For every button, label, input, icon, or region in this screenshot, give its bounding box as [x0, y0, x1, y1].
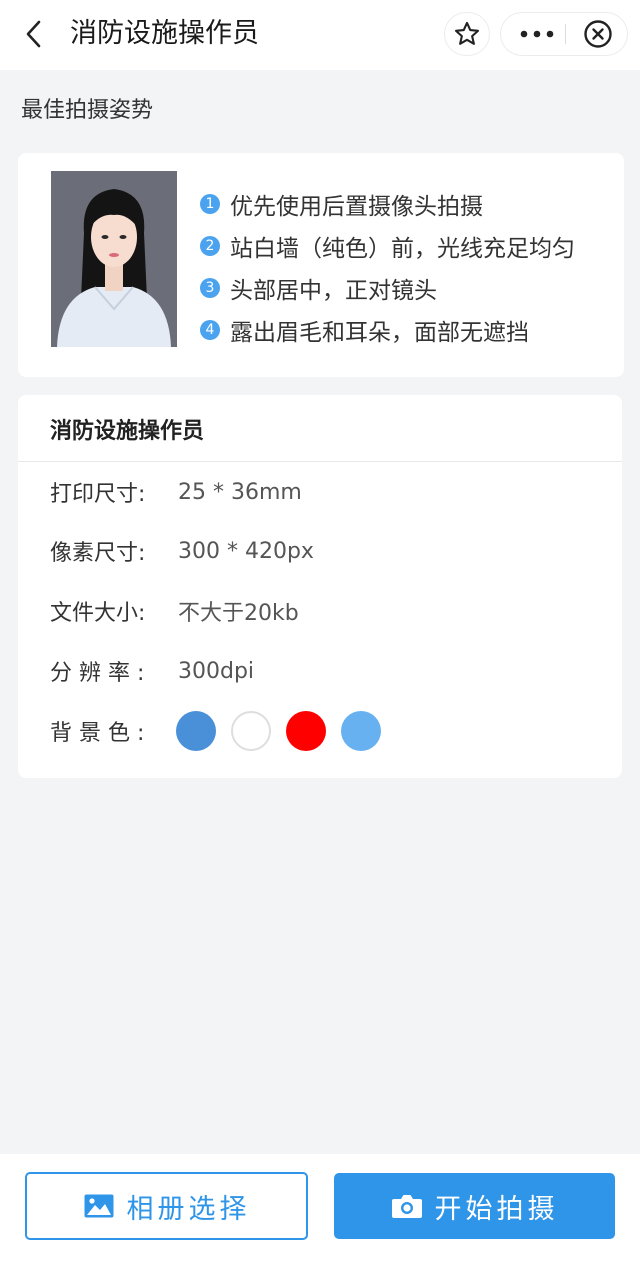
page-title: 消防设施操作员	[70, 18, 259, 49]
start-shooting-button[interactable]: 开始拍摄	[334, 1173, 615, 1239]
sample-portrait-image	[51, 171, 177, 347]
list-item: 4 露出眉毛和耳朵，面部无遮挡	[200, 309, 575, 351]
close-button[interactable]	[573, 13, 623, 55]
posture-card: 1 优先使用后置摄像头拍摄 2 站白墙（纯色）前，光线充足均匀 3 头部居中，正…	[18, 153, 624, 377]
spec-card: 消防设施操作员 打印尺寸: 25 * 36mm 像素尺寸: 300 * 420p…	[18, 395, 622, 778]
step-number-badge: 4	[200, 320, 220, 340]
tips-list: 1 优先使用后置摄像头拍摄 2 站白墙（纯色）前，光线充足均匀 3 头部居中，正…	[200, 183, 575, 351]
file-size-row: 文件大小: 不大于20kb	[50, 594, 299, 628]
album-select-button[interactable]: 相册选择	[25, 1172, 308, 1240]
resolution-row: 分辨率: 300dpi	[50, 654, 254, 688]
back-button[interactable]	[14, 14, 54, 54]
color-swatch-light-blue[interactable]	[341, 711, 381, 751]
pixel-size-row: 像素尺寸: 300 * 420px	[50, 534, 314, 568]
step-number-badge: 3	[200, 278, 220, 298]
image-icon	[83, 1193, 115, 1219]
print-size-value: 25 * 36mm	[178, 479, 302, 505]
tip-text: 头部居中，正对镜头	[230, 278, 437, 304]
print-size-row: 打印尺寸: 25 * 36mm	[50, 475, 302, 509]
step-number-badge: 2	[200, 236, 220, 256]
pixel-size-label: 像素尺寸:	[50, 541, 146, 566]
step-number-badge: 1	[200, 194, 220, 214]
navbar: 消防设施操作员	[0, 0, 640, 70]
color-swatch-blue[interactable]	[176, 711, 216, 751]
start-shooting-label: 开始拍摄	[434, 1193, 559, 1225]
close-circle-icon	[584, 20, 612, 48]
divider	[18, 461, 622, 462]
spec-title: 消防设施操作员	[50, 419, 205, 444]
pixel-size-value: 300 * 420px	[178, 538, 314, 564]
list-item: 2 站白墙（纯色）前，光线充足均匀	[200, 225, 575, 267]
tip-text: 优先使用后置摄像头拍摄	[230, 194, 483, 220]
chevron-left-icon	[26, 20, 41, 48]
more-dots-icon	[520, 30, 554, 38]
album-select-label: 相册选择	[126, 1193, 251, 1225]
resolution-value: 300dpi	[178, 658, 255, 684]
background-color-options	[176, 711, 396, 751]
background-color-label: 背景色:	[50, 721, 152, 746]
tip-text: 站白墙（纯色）前，光线充足均匀	[230, 236, 575, 262]
tip-text: 露出眉毛和耳朵，面部无遮挡	[230, 320, 529, 346]
color-swatch-white[interactable]	[231, 711, 271, 751]
star-icon	[454, 21, 480, 45]
color-swatch-red[interactable]	[286, 711, 326, 751]
favorite-button[interactable]	[444, 12, 490, 56]
file-size-value: 不大于20kb	[178, 601, 299, 626]
more-button[interactable]	[511, 13, 563, 55]
file-size-label: 文件大小:	[50, 601, 146, 626]
capsule-divider	[565, 24, 566, 44]
posture-heading: 最佳拍摄姿势	[21, 98, 154, 123]
background-color-row: 背景色:	[50, 714, 178, 748]
resolution-label: 分辨率:	[50, 661, 152, 686]
bottom-action-bar: 相册选择 开始拍摄	[0, 1154, 640, 1262]
list-item: 3 头部居中，正对镜头	[200, 267, 575, 309]
list-item: 1 优先使用后置摄像头拍摄	[200, 183, 575, 225]
print-size-label: 打印尺寸:	[50, 482, 146, 507]
mini-program-capsule	[500, 12, 628, 56]
camera-icon	[391, 1193, 423, 1219]
